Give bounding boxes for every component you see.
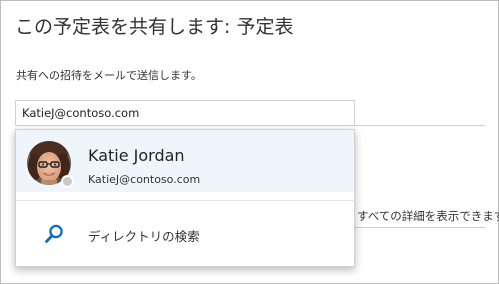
permission-row-divider <box>355 227 485 228</box>
dropdown-divider <box>16 200 354 201</box>
directory-search-label: ディレクトリの検索 <box>88 229 200 244</box>
share-calendar-dialog: この予定表を共有します: 予定表 共有への招待をメールで送信します。 すべての詳… <box>0 0 499 284</box>
directory-search-button[interactable]: ディレクトリの検索 <box>16 214 354 254</box>
people-picker-dropdown: Katie Jordan KatieJ@contoso.com ディレクトリの検… <box>15 129 355 267</box>
suggestion-name: Katie Jordan <box>88 146 185 165</box>
suggestion-email: KatieJ@contoso.com <box>88 173 201 186</box>
suggestion-item-katie-jordan[interactable]: Katie Jordan KatieJ@contoso.com <box>16 130 354 192</box>
email-input[interactable] <box>15 100 355 126</box>
permission-details-text: すべての詳細を表示できます <box>357 209 499 223</box>
input-row-divider <box>355 125 485 126</box>
presence-status-indicator <box>61 175 74 188</box>
dialog-title: この予定表を共有します: 予定表 <box>15 16 294 38</box>
dialog-subtitle: 共有への招待をメールで送信します。 <box>16 69 202 82</box>
search-icon <box>43 223 65 245</box>
